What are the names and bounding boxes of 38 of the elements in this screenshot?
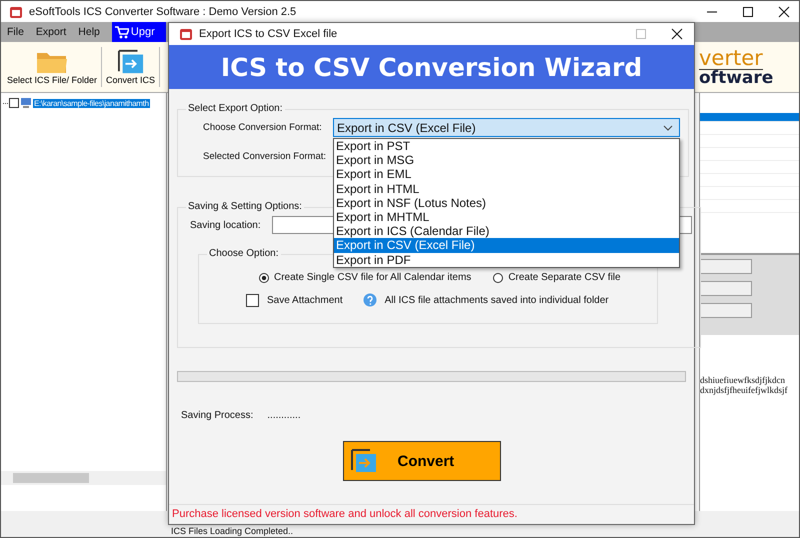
- radio-option[interactable]: Create Separate CSV file: [493, 272, 621, 283]
- upgrade-button[interactable]: Upgr: [112, 22, 166, 42]
- wizard-title: ICS to CSV Conversion Wizard: [220, 52, 642, 82]
- menu-item[interactable]: Export: [30, 26, 72, 38]
- tree-item[interactable]: E:\karan\sample-files\janamithamth: [33, 98, 150, 108]
- toolbar-button[interactable]: Select ICS File/ Folder: [3, 47, 102, 87]
- process-label: Saving Process:: [181, 410, 254, 421]
- radio-option[interactable]: Create Single CSV file for All Calendar items: [259, 272, 472, 283]
- dropdown-option[interactable]: Export in PST: [334, 139, 679, 154]
- preview-text: dxnjdsfjfheuifefjwlkdsjf: [700, 385, 788, 395]
- purchase-notice: Purchase licensed version software and unlock all conversion features.: [172, 508, 518, 520]
- dropdown-option[interactable]: Export in PDF: [334, 252, 679, 267]
- preview-text: dshiuefiuewfksdjfjkdcn: [700, 375, 786, 385]
- convert-button[interactable]: Convert: [342, 441, 500, 481]
- group-title: Choose Option:: [208, 248, 280, 260]
- process-value: ............: [267, 410, 301, 421]
- menu-item[interactable]: Help: [72, 26, 106, 38]
- dialog-title: Export ICS to CSV Excel file: [199, 28, 338, 40]
- menu-item[interactable]: File: [1, 26, 30, 38]
- group-title: Saving & Setting Options:: [187, 201, 303, 213]
- group-title: Select Export Option:: [187, 103, 284, 115]
- toolbar-button[interactable]: Convert ICS: [102, 47, 160, 87]
- field-label: Saving location:: [189, 220, 262, 230]
- format-dropdown[interactable]: Export in CSV (Excel File): [333, 118, 680, 137]
- status-text: ICS Files Loading Completed..: [171, 526, 294, 537]
- dropdown-option[interactable]: Export in MHTML: [334, 210, 679, 224]
- dropdown-option[interactable]: Export in NSF (Lotus Notes): [334, 196, 679, 210]
- window-title: eSoftTools ICS Converter Software : Demo Version 2.5: [29, 6, 296, 18]
- logo: verter oftware: [699, 48, 774, 86]
- hint-text: All ICS file attachments saved into individual folder: [384, 294, 609, 306]
- dropdown-option[interactable]: Export in EML: [334, 167, 679, 182]
- dropdown-option[interactable]: Export in HTML: [334, 182, 679, 196]
- dropdown-option[interactable]: Export in CSV (Excel File): [334, 238, 679, 253]
- dropdown-option[interactable]: Export in ICS (Calendar File): [334, 224, 679, 238]
- save-attachment-checkbox[interactable]: Save Attachment: [246, 294, 343, 306]
- field-label: Selected Conversion Format:: [202, 150, 328, 164]
- field-label: Choose Conversion Format:: [202, 120, 323, 134]
- dropdown-option[interactable]: Export in MSG: [334, 153, 679, 168]
